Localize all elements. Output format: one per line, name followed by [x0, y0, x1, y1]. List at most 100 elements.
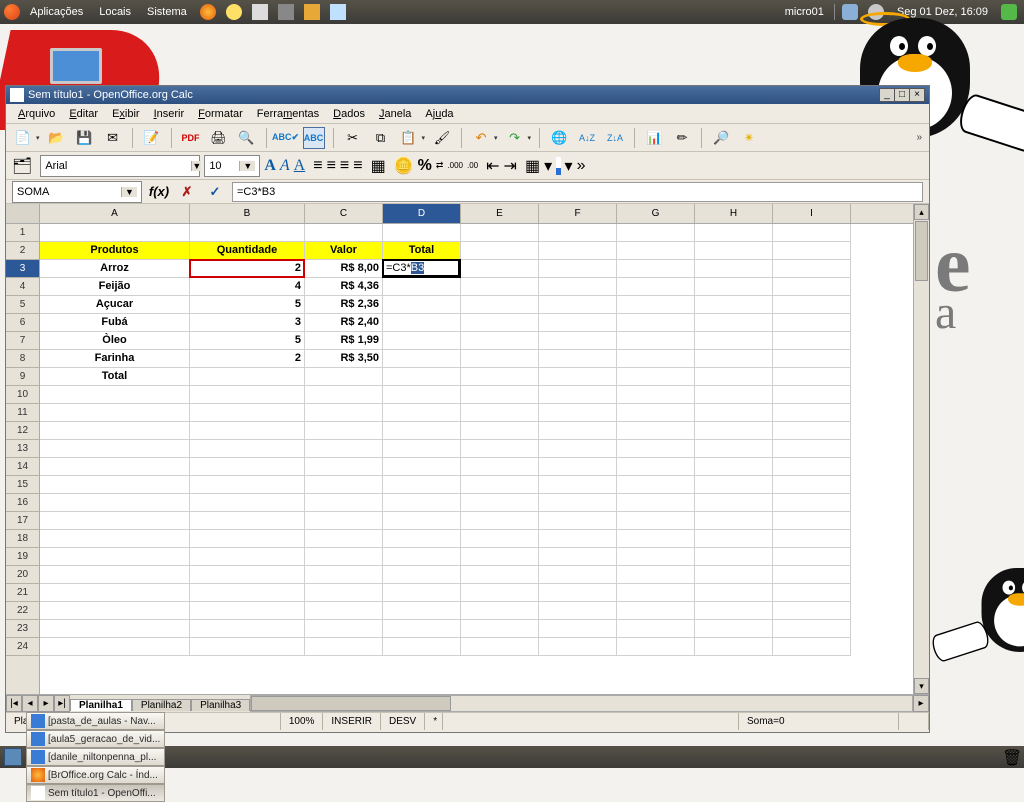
panel-menu-places[interactable]: Locais — [93, 6, 137, 18]
cell[interactable] — [461, 404, 539, 422]
titlebar[interactable]: Sem título1 - OpenOffice.org Calc _ □ × — [6, 86, 929, 104]
name-box-input[interactable] — [13, 183, 121, 201]
paste-icon[interactable]: 📋 — [398, 127, 420, 149]
cell[interactable] — [461, 620, 539, 638]
cell[interactable] — [461, 260, 539, 278]
cell[interactable] — [695, 440, 773, 458]
menu-item[interactable]: Janela — [373, 107, 417, 121]
row-header[interactable]: 9 — [6, 368, 39, 386]
cell[interactable] — [461, 566, 539, 584]
cell[interactable] — [305, 422, 383, 440]
tab-nav-first[interactable]: |◂ — [6, 695, 22, 712]
cell[interactable] — [695, 368, 773, 386]
cell[interactable] — [461, 350, 539, 368]
cell[interactable] — [617, 260, 695, 278]
cell[interactable] — [190, 584, 305, 602]
row-header[interactable]: 2 — [6, 242, 39, 260]
cell[interactable] — [773, 476, 851, 494]
panel-menu-applications[interactable]: Aplicações — [24, 6, 89, 18]
font-name-input[interactable] — [41, 157, 191, 175]
scroll-down-button[interactable]: ▾ — [914, 678, 929, 694]
cell[interactable] — [40, 422, 190, 440]
cell[interactable] — [617, 368, 695, 386]
cell[interactable] — [305, 440, 383, 458]
row-header[interactable]: 19 — [6, 548, 39, 566]
underline-icon[interactable]: A — [294, 157, 306, 175]
sort-desc-icon[interactable]: Z↓A — [604, 127, 626, 149]
cell[interactable] — [617, 566, 695, 584]
cell[interactable] — [617, 386, 695, 404]
cell[interactable] — [539, 242, 617, 260]
column-header[interactable]: I — [773, 204, 851, 223]
row-header[interactable]: 21 — [6, 584, 39, 602]
row-header[interactable]: 7 — [6, 332, 39, 350]
cell[interactable] — [461, 440, 539, 458]
cell[interactable]: R$ 2,36 — [305, 296, 383, 314]
cell[interactable] — [40, 512, 190, 530]
cell[interactable] — [695, 314, 773, 332]
cell[interactable]: Fubá — [40, 314, 190, 332]
cell[interactable] — [305, 404, 383, 422]
cell[interactable] — [461, 422, 539, 440]
font-name-combo[interactable]: ▼ — [40, 155, 200, 177]
cell[interactable] — [617, 458, 695, 476]
cell[interactable] — [539, 314, 617, 332]
navigator-icon[interactable]: ✴ — [738, 127, 760, 149]
cell[interactable] — [773, 422, 851, 440]
accept-formula-icon[interactable]: ✓ — [204, 182, 226, 202]
row-header[interactable]: 23 — [6, 620, 39, 638]
cell-grid[interactable]: ProdutosQuantidadeValorTotalArroz2R$ 8,0… — [40, 224, 913, 656]
column-header[interactable]: H — [695, 204, 773, 223]
cell[interactable]: R$ 1,99 — [305, 332, 383, 350]
currency-icon[interactable]: 🪙 — [394, 156, 414, 176]
cell[interactable] — [539, 422, 617, 440]
remove-decimal-icon[interactable]: .00 — [467, 161, 478, 170]
row-header[interactable]: 13 — [6, 440, 39, 458]
column-header[interactable]: D — [383, 204, 461, 223]
print-icon[interactable]: 🖨 — [208, 127, 230, 149]
cell[interactable] — [695, 476, 773, 494]
cell[interactable] — [305, 530, 383, 548]
cell[interactable] — [383, 404, 461, 422]
window-icon[interactable] — [330, 4, 346, 20]
new-doc-icon[interactable]: 📄 — [12, 127, 34, 149]
cell[interactable]: Produtos — [40, 242, 190, 260]
cell[interactable] — [305, 494, 383, 512]
cell[interactable] — [40, 404, 190, 422]
cell[interactable] — [461, 584, 539, 602]
cell[interactable]: 2 — [190, 350, 305, 368]
cell[interactable]: Açucar — [40, 296, 190, 314]
cell[interactable] — [773, 332, 851, 350]
scroll-thumb[interactable] — [915, 221, 928, 281]
cell[interactable] — [617, 638, 695, 656]
open-icon[interactable]: 📂 — [46, 127, 68, 149]
cell[interactable] — [617, 314, 695, 332]
chevron-down-icon[interactable]: ▼ — [191, 161, 201, 171]
cell[interactable] — [773, 224, 851, 242]
cell[interactable] — [617, 602, 695, 620]
row-header[interactable]: 5 — [6, 296, 39, 314]
decrease-indent-icon[interactable]: ⇤ — [486, 156, 499, 176]
formula-input[interactable] — [232, 182, 923, 202]
cell[interactable] — [617, 530, 695, 548]
align-left-icon[interactable]: ≡ — [313, 157, 322, 175]
menu-item[interactable]: Inserir — [148, 107, 191, 121]
row-header[interactable]: 3 — [6, 260, 39, 278]
cell[interactable] — [539, 368, 617, 386]
cell[interactable] — [305, 224, 383, 242]
cell[interactable] — [695, 512, 773, 530]
status-sum[interactable]: Soma=0 — [739, 713, 899, 730]
merge-cells-icon[interactable]: ▦ — [371, 156, 386, 176]
taskbar-task[interactable]: [pasta_de_aulas - Nav... — [26, 712, 165, 730]
cell[interactable]: Valor — [305, 242, 383, 260]
cell[interactable] — [539, 386, 617, 404]
sheet-tab[interactable]: Planilha2 — [132, 699, 191, 711]
cell[interactable] — [383, 602, 461, 620]
scroll-right-button[interactable]: ▸ — [913, 695, 929, 712]
cell[interactable] — [190, 440, 305, 458]
cell[interactable]: 3 — [190, 314, 305, 332]
sheet-tab[interactable]: Planilha3 — [191, 699, 250, 711]
cell[interactable] — [695, 332, 773, 350]
cell[interactable] — [40, 224, 190, 242]
toolbar-overflow[interactable]: » — [577, 157, 586, 175]
